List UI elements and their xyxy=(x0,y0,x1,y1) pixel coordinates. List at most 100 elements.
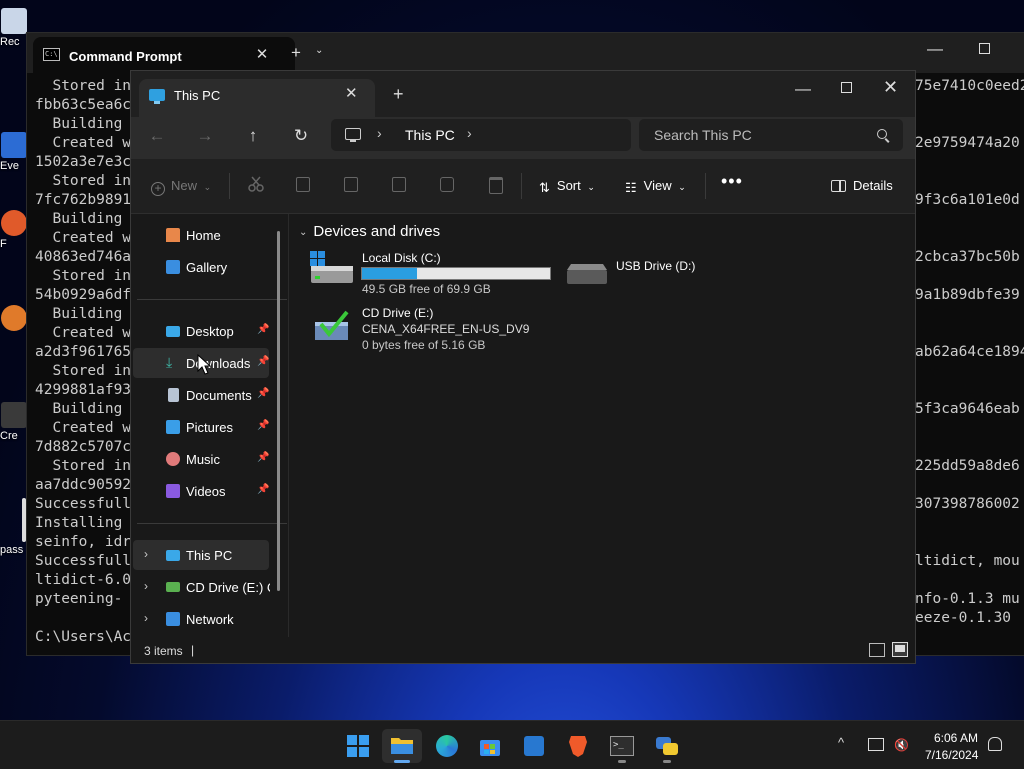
pin-icon[interactable]: 📌 xyxy=(257,452,269,463)
taskbar-store[interactable] xyxy=(470,729,510,763)
sidebar-item-videos[interactable]: Videos 📌 xyxy=(133,476,269,506)
up-button[interactable]: ↑ xyxy=(241,126,265,146)
mouse-cursor-icon xyxy=(197,354,211,375)
more-options-button[interactable]: ••• xyxy=(721,171,743,192)
chevron-right-icon[interactable]: › xyxy=(144,547,148,561)
pc-icon xyxy=(149,89,165,104)
cmd-titlebar[interactable]: C:\ Command Prompt ✕ + ⌄ — xyxy=(27,33,1024,73)
cmd-line: 7fc762b9891 xyxy=(35,192,132,208)
sort-button[interactable]: ⇅ Sort ⌄ xyxy=(539,178,595,196)
clock-time[interactable]: 6:06 AM xyxy=(934,731,978,745)
network-icon[interactable] xyxy=(868,738,884,751)
rename-button[interactable] xyxy=(390,175,408,193)
sidebar-item-desktop[interactable]: Desktop 📌 xyxy=(133,316,269,346)
new-button[interactable]: + New ⌄ xyxy=(151,178,211,196)
pin-icon[interactable]: 📌 xyxy=(257,388,269,399)
minimize-button[interactable]: — xyxy=(795,81,811,99)
details-label: Details xyxy=(853,178,893,193)
cmd-line: Stored in xyxy=(35,173,132,189)
details-pane-button[interactable]: Details xyxy=(831,178,893,193)
view-label: View xyxy=(643,178,672,193)
pin-icon[interactable]: 📌 xyxy=(257,356,269,367)
back-button[interactable]: ← xyxy=(145,126,169,146)
new-tab-button[interactable]: + xyxy=(285,43,307,63)
cmd-output[interactable]: Stored in fbb63c5ea6c Building Created w 1… xyxy=(35,77,131,647)
toolbar-divider xyxy=(705,173,706,199)
refresh-button[interactable]: ↻ xyxy=(289,126,313,146)
chevron-right-icon[interactable]: › xyxy=(377,125,382,141)
group-header-devices[interactable]: ⌄ Devices and drives xyxy=(299,223,440,240)
taskbar-outlook[interactable] xyxy=(515,729,555,763)
desktop-icon-5[interactable]: Cre xyxy=(0,402,28,442)
chevron-right-icon[interactable]: › xyxy=(467,125,472,141)
close-window-button[interactable]: ✕ xyxy=(883,77,898,98)
sidebar-item-label: Network xyxy=(186,612,234,627)
navigation-pane: Home Gallery Desktop 📌 ⤓ Downloads 📌 Doc… xyxy=(131,214,287,637)
delete-button[interactable] xyxy=(487,175,505,194)
desktop-icon-3[interactable]: F xyxy=(0,210,28,250)
maximize-button[interactable] xyxy=(979,43,990,54)
tiles-view-button[interactable] xyxy=(892,642,908,657)
pin-icon[interactable]: 📌 xyxy=(257,324,269,335)
address-location[interactable]: This PC xyxy=(405,127,455,143)
desktop-icon-4[interactable] xyxy=(0,305,28,333)
chevron-right-icon[interactable]: › xyxy=(144,579,148,593)
desktop-icon-2[interactable]: Eve xyxy=(0,132,28,172)
address-bar[interactable]: › This PC › xyxy=(331,119,631,151)
cmd-line: Created w xyxy=(35,325,132,341)
sidebar-item-gallery[interactable]: Gallery xyxy=(133,252,269,282)
taskbar-brave[interactable] xyxy=(558,729,598,763)
notification-bell-icon[interactable] xyxy=(988,737,1002,751)
drive-cd-e[interactable]: CD Drive (E:) CENA_X64FREE_EN-US_DV9 0 b… xyxy=(313,306,553,354)
chevron-right-icon[interactable]: › xyxy=(144,611,148,625)
sidebar-scrollbar[interactable] xyxy=(277,231,280,591)
sidebar-item-network[interactable]: › Network xyxy=(133,604,269,634)
pin-icon[interactable]: 📌 xyxy=(257,420,269,431)
maximize-button[interactable] xyxy=(841,82,852,93)
explorer-titlebar[interactable]: This PC ✕ + — ✕ xyxy=(131,71,915,117)
file-explorer-window[interactable]: This PC ✕ + — ✕ ← → ↑ ↻ › This PC › Sear… xyxy=(130,70,916,664)
minimize-button[interactable]: — xyxy=(927,41,943,59)
cmd-line: 307398786002 xyxy=(915,496,1020,512)
taskbar-python[interactable] xyxy=(647,729,687,763)
new-tab-button[interactable]: + xyxy=(393,84,404,105)
drive-name: Local Disk (C:) xyxy=(362,251,441,265)
sidebar-item-this-pc[interactable]: › This PC xyxy=(133,540,269,570)
copy-button[interactable] xyxy=(294,175,312,193)
taskbar-file-explorer[interactable] xyxy=(382,729,422,763)
volume-muted-icon[interactable]: 🔇 xyxy=(894,738,909,752)
drive-local-disk-c[interactable]: Local Disk (C:) 49.5 GB free of 69.9 GB xyxy=(309,250,551,296)
drive-usb-d[interactable]: USB Drive (D:) xyxy=(565,258,705,290)
taskbar-edge[interactable] xyxy=(427,729,467,763)
sidebar-item-home[interactable]: Home xyxy=(133,220,269,250)
desktop-icon-recycle-bin[interactable]: Rec xyxy=(0,8,28,48)
sidebar-item-cd-drive[interactable]: › CD Drive (E:) CE xyxy=(133,572,270,602)
cmd-line: Building xyxy=(35,211,123,227)
chevron-down-icon[interactable]: ⌄ xyxy=(315,45,323,56)
cmd-tab[interactable]: C:\ Command Prompt ✕ xyxy=(33,37,295,73)
taskbar-start[interactable] xyxy=(338,729,378,763)
view-button[interactable]: ☷ View ⌄ xyxy=(625,178,686,196)
taskbar-terminal[interactable]: >_ xyxy=(602,729,642,763)
close-icon[interactable]: ✕ xyxy=(251,45,273,65)
sidebar-item-pictures[interactable]: Pictures 📌 xyxy=(133,412,269,442)
search-input[interactable]: Search This PC xyxy=(639,119,903,151)
sidebar-item-documents[interactable]: Documents 📌 xyxy=(133,380,269,410)
paste-button[interactable] xyxy=(342,175,360,193)
paste-icon xyxy=(344,177,358,192)
forward-button[interactable]: → xyxy=(193,126,217,146)
cut-button[interactable] xyxy=(247,175,265,193)
cmd-line: Created w xyxy=(35,420,132,436)
desktop-icon-label: Rec xyxy=(0,36,20,48)
cmd-line: 2e9759474a20 xyxy=(915,135,1020,151)
clock-date[interactable]: 7/16/2024 xyxy=(925,748,978,762)
show-hidden-icons-button[interactable]: ^ xyxy=(838,735,844,750)
share-button[interactable] xyxy=(438,175,456,193)
explorer-tab[interactable]: This PC ✕ xyxy=(139,79,375,117)
pin-icon[interactable]: 📌 xyxy=(257,484,269,495)
close-icon[interactable]: ✕ xyxy=(345,84,358,102)
desktop-icon-6[interactable]: pass xyxy=(0,498,28,556)
search-placeholder: Search This PC xyxy=(654,127,752,143)
sidebar-item-music[interactable]: Music 📌 xyxy=(133,444,269,474)
details-view-button[interactable] xyxy=(869,643,885,657)
